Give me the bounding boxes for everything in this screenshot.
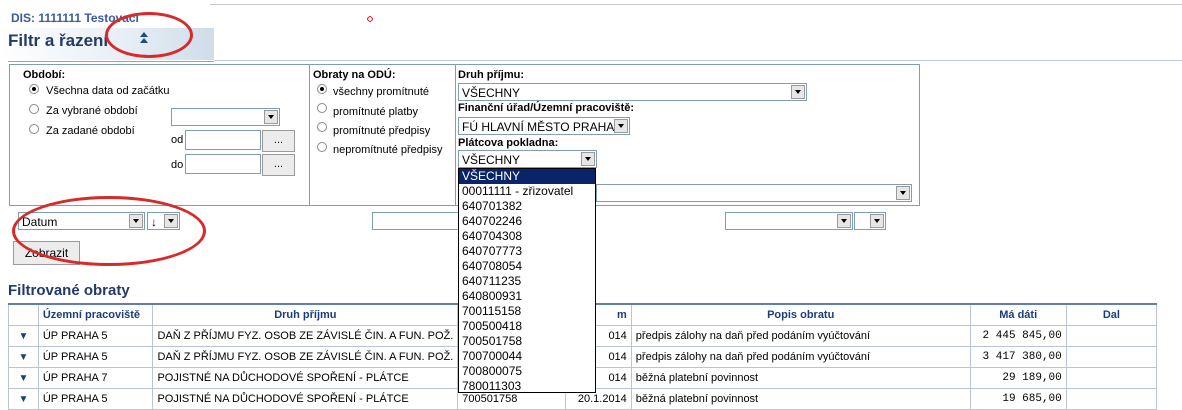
dropdown-option[interactable]: 640711235 xyxy=(459,274,595,289)
cell-druh: DAŇ Z PŘÍJMU FYZ. OSOB ZE ZÁVISLÉ ČIN. A… xyxy=(152,346,459,368)
panel-divider xyxy=(455,64,456,206)
dropdown-option[interactable]: 780011303 xyxy=(459,379,595,394)
od-label: od xyxy=(171,134,184,146)
col-druh-prijmu[interactable]: Druh příjmu xyxy=(152,303,459,326)
od-input[interactable] xyxy=(185,130,261,150)
cell-up: ÚP PRAHA 7 xyxy=(37,367,154,389)
dropdown-option[interactable]: 700115158 xyxy=(459,304,595,319)
results-title: Filtrované obraty xyxy=(8,282,130,299)
dropdown-option[interactable]: 640701382 xyxy=(459,199,595,214)
cell-up: ÚP PRAHA 5 xyxy=(37,346,154,368)
radio-label: Všechna data od začátku xyxy=(46,85,170,97)
dropdown-option[interactable]: 00011111 - zřizovatel xyxy=(459,184,595,199)
dropdown-option[interactable]: 700500418 xyxy=(459,319,595,334)
radio-vsechny-promitnute[interactable] xyxy=(317,84,327,94)
dropdown-option[interactable]: 700501758 xyxy=(459,334,595,349)
chevron-down-icon xyxy=(614,119,628,133)
obdobi-select[interactable] xyxy=(171,108,280,126)
col-ma-dati[interactable]: Má dáti xyxy=(969,303,1067,326)
dropdown-option[interactable]: 640707773 xyxy=(459,244,595,259)
druh-select[interactable]: VŠECHNY xyxy=(458,83,807,101)
cell-popis: předpis zálohy na daň před podáním vyúčt… xyxy=(630,325,971,347)
radio-label: promítnuté platby xyxy=(333,106,418,118)
chevron-down-icon xyxy=(581,152,595,166)
cell-ma-dati: 29 189,00 xyxy=(969,367,1067,389)
col-popis-obratu[interactable]: Popis obratu xyxy=(630,303,971,326)
dropdown-option[interactable]: 640800931 xyxy=(459,289,595,304)
radio-label: všechny promítnuté xyxy=(333,86,429,98)
highlight-circle xyxy=(12,196,206,266)
radio-promitnute-predpisy[interactable] xyxy=(317,122,327,132)
fu-select[interactable]: FÚ HLAVNÍ MĚSTO PRAHA xyxy=(458,117,630,135)
cell-ma-dati: 3 417 380,00 xyxy=(969,346,1067,368)
radio-label: promítnuté předpisy xyxy=(333,125,431,137)
dropdown-option[interactable]: 640708054 xyxy=(459,259,595,274)
do-label: do xyxy=(171,159,184,171)
cell-druh: POJISTNÉ NA DŮCHODOVÉ SPOŘENÍ - PLÁTCE xyxy=(152,367,459,389)
chevron-down-icon xyxy=(264,110,278,124)
expand-icon[interactable]: ▼ xyxy=(8,388,39,410)
fu-value: FÚ HLAVNÍ MĚSTO PRAHA xyxy=(462,120,615,134)
dropdown-option[interactable]: 700700044 xyxy=(459,349,595,364)
cell-dal xyxy=(1065,367,1158,389)
radio-label: nepromítnuté předpisy xyxy=(333,144,443,156)
pokladna-value: VŠECHNY xyxy=(462,153,521,167)
extra-select[interactable] xyxy=(596,184,912,202)
marker-icon xyxy=(366,13,374,23)
cell-dal xyxy=(1065,388,1158,410)
cell-dal xyxy=(1065,346,1158,368)
radio-zadane-obdobi[interactable] xyxy=(29,124,39,134)
radio-label: Za zadané období xyxy=(46,125,135,137)
fu-label: Finanční úřad/Územní pracoviště: xyxy=(458,102,635,114)
pokladna-label: Plátcova pokladna: xyxy=(458,137,559,149)
cell-dal xyxy=(1065,325,1158,347)
panel-divider xyxy=(309,64,310,206)
dropdown-option[interactable]: 640702246 xyxy=(459,214,595,229)
dropdown-option[interactable]: VŠECHNY xyxy=(459,169,595,184)
do-input[interactable] xyxy=(185,154,261,174)
sort-field2-select[interactable] xyxy=(372,212,462,230)
dropdown-option[interactable]: 640704308 xyxy=(459,229,595,244)
expand-icon[interactable]: ▼ xyxy=(8,346,39,368)
radio-promitnute-platby[interactable] xyxy=(317,103,327,113)
chevron-down-icon xyxy=(791,85,805,99)
sort-field3-select[interactable] xyxy=(725,212,853,230)
do-picker-button[interactable]: ... xyxy=(262,154,295,176)
pokladna-select[interactable]: VŠECHNY xyxy=(458,150,597,168)
cell-ma-dati: 2 445 845,00 xyxy=(969,325,1067,347)
col-expand xyxy=(8,303,39,326)
radio-label: Za vybrané období xyxy=(46,105,138,117)
radio-nepromitnute-predpisy[interactable] xyxy=(317,142,327,152)
cell-up: ÚP PRAHA 5 xyxy=(37,388,154,410)
cell-ma-dati: 19 685,00 xyxy=(969,388,1067,410)
dropdown-option[interactable]: 700800075 xyxy=(459,364,595,379)
filter-title: Filtr a řazení xyxy=(8,31,109,50)
druh-value: VŠECHNY xyxy=(462,86,521,100)
header-band-right xyxy=(214,48,1182,61)
pokladna-dropdown-list[interactable]: VŠECHNY 00011111 - zřizovatel 640701382 … xyxy=(458,168,596,393)
cell-up: ÚP PRAHA 5 xyxy=(37,325,154,347)
radio-vsechna-data[interactable] xyxy=(29,84,39,94)
cell-druh: POJISTNÉ NA DŮCHODOVÉ SPOŘENÍ - PLÁTCE xyxy=(152,388,459,410)
cell-popis: běžná platební povinnost xyxy=(630,388,971,410)
druh-label: Druh příjmu: xyxy=(458,69,524,81)
chevron-down-icon xyxy=(896,186,910,200)
obraty-label: Obraty na ODÚ: xyxy=(313,69,396,81)
col-dal[interactable]: Dal xyxy=(1065,303,1158,326)
expand-icon[interactable]: ▼ xyxy=(8,367,39,389)
highlight-circle xyxy=(105,12,193,58)
cell-druh: DAŇ Z PŘÍJMU FYZ. OSOB ZE ZÁVISLÉ ČIN. A… xyxy=(152,325,459,347)
chevron-down-icon xyxy=(870,214,884,228)
radio-vybrane-obdobi[interactable] xyxy=(29,104,39,114)
top-rule xyxy=(210,4,1182,5)
cell-popis: běžná platební povinnost xyxy=(630,367,971,389)
od-picker-button[interactable]: ... xyxy=(262,130,295,152)
chevron-down-icon xyxy=(837,214,851,228)
obdobi-label: Období: xyxy=(23,69,66,81)
cell-popis: předpis zálohy na daň před podáním vyúčt… xyxy=(630,346,971,368)
sort-direction3-select[interactable] xyxy=(854,212,886,230)
title-underline xyxy=(8,61,214,62)
expand-icon[interactable]: ▼ xyxy=(8,325,39,347)
col-uzemni-pracoviste[interactable]: Územní pracoviště xyxy=(37,303,154,326)
